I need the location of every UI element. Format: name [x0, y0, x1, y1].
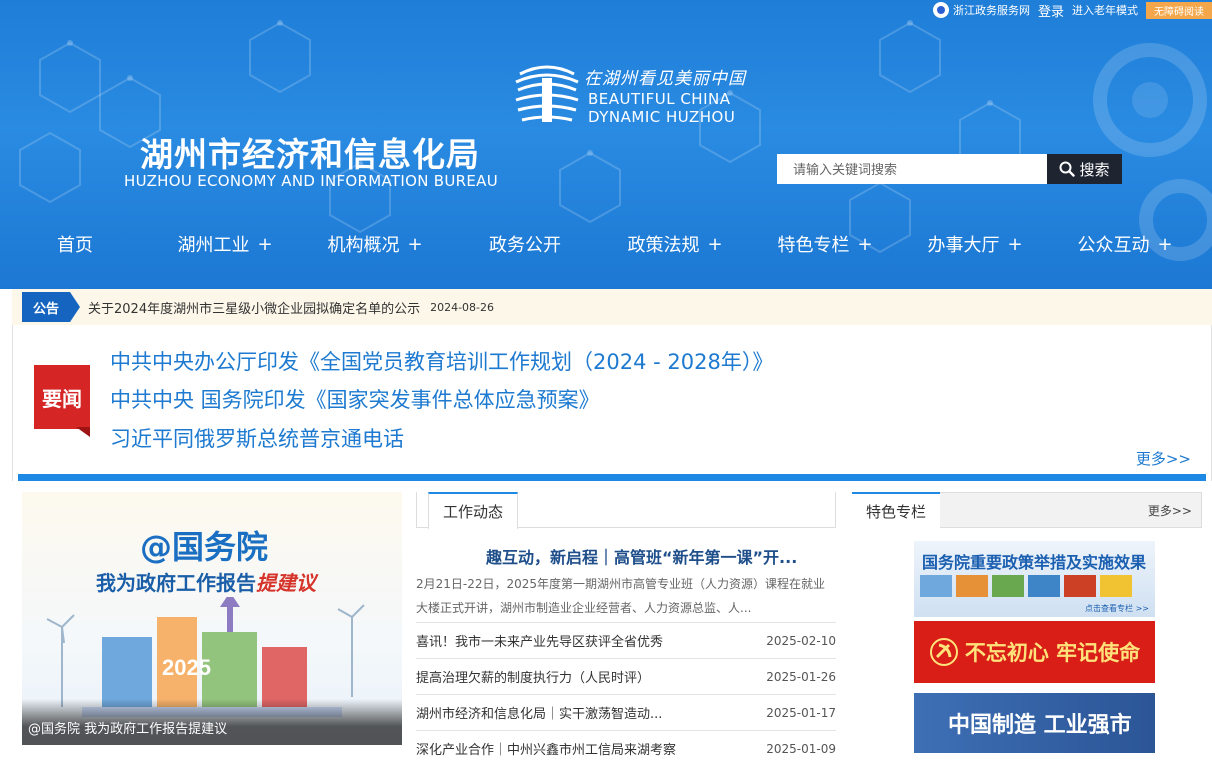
banner-subtitle: 我为政府工作报告提建议: [96, 567, 316, 596]
nav-item-huzhou-industry[interactable]: 湖州工业 +: [150, 222, 300, 266]
nav-label: 首页: [57, 235, 93, 256]
work-news-lead-summary: 2月21日-22日，2025年度第一期湖州市高管专业班（人力资源）课程在就业大楼…: [416, 577, 826, 615]
headline-tag: 要闻: [34, 365, 90, 437]
nav-label: 机构概况: [327, 235, 400, 256]
headline-tag-fold: [76, 427, 90, 437]
work-news-panel: 工作动态 趣互动，新启程｜高管班“新年第一课”开... 2月21日-22日，20…: [416, 492, 836, 758]
banner-caption: @国务院 我为政府工作报告提建议: [22, 699, 402, 745]
tab-work-news[interactable]: 工作动态: [428, 492, 518, 529]
nav-item-home[interactable]: 首页: [0, 222, 150, 266]
banner-title: @国务院: [140, 528, 269, 566]
search-button[interactable]: 搜索: [1047, 154, 1122, 184]
elder-mode-link[interactable]: 进入老年模式: [1072, 2, 1138, 18]
slogan-cn: 在湖州看见美丽中国: [584, 69, 746, 89]
slogan-en-line2: DYNAMIC HUZHOU: [588, 108, 736, 126]
headline-more-link[interactable]: 更多>>: [1136, 448, 1191, 469]
expand-plus-icon: +: [707, 233, 723, 255]
work-news-date: 2025-01-09: [766, 741, 836, 756]
notice-tag: 公告: [22, 292, 80, 322]
expand-plus-icon: +: [257, 233, 273, 255]
expand-plus-icon: +: [1157, 233, 1173, 255]
headline-item[interactable]: 中共中央办公厅印发《全国党员教育培训工作规划（2024 - 2028年）》: [110, 346, 773, 376]
work-news-row[interactable]: 深化产业合作｜中州兴鑫市州工信局来湖考察 2025-01-09: [416, 730, 836, 766]
policy-banner-title: 国务院重要政策举措及实施效果: [922, 553, 1147, 572]
nav-label: 公众互动: [1077, 235, 1150, 256]
work-news-row[interactable]: 喜讯！我市一未来产业先导区获评全省优秀 2025-02-10: [416, 622, 836, 658]
search-input[interactable]: [777, 154, 1047, 184]
work-news-lead-title[interactable]: 趣互动，新启程｜高管班“新年第一课”开...: [486, 544, 797, 568]
original-aspiration-banner[interactable]: 不忘初心 牢记使命: [914, 621, 1155, 683]
nav-label: 政策法规: [627, 235, 700, 256]
policy-banner-sub: 点击查看专栏 >>: [1085, 604, 1149, 613]
work-news-title: 湖州市经济和信息化局｜实干激荡智造动...: [416, 707, 663, 722]
banner-subtitle-highlight: 提建议: [256, 571, 316, 595]
nav-item-gov-disclosure[interactable]: 政务公开: [450, 222, 600, 266]
login-link[interactable]: 登录: [1038, 1, 1064, 20]
expand-plus-icon: +: [1007, 233, 1023, 255]
state-council-suggestion-banner[interactable]: @国务院 我为政府工作报告提建议 2025 @国务院 我为政府工作报告提建议: [22, 492, 402, 745]
huzhou-slogan-logo: 在湖州看见美丽中国 BEAUTIFUL CHINA DYNAMIC HUZHOU: [512, 60, 752, 130]
original-aspiration-title: 不忘初心 牢记使命: [964, 641, 1141, 665]
top-utility-bar: 浙江政务服务网 登录 进入老年模式 无障碍阅读: [932, 0, 1212, 20]
notice-link[interactable]: 关于2024年度湖州市三星级小微企业园拟确定名单的公示: [88, 298, 420, 317]
nav-label: 政务公开: [489, 235, 561, 256]
state-council-policy-banner[interactable]: 国务院重要政策举措及实施效果 点击查看专栏 >>: [914, 541, 1155, 617]
main-nav: 首页 湖州工业 + 机构概况 + 政务公开 政策法规 + 特色专栏 + 办事大厅 + 公众…: [0, 222, 1212, 266]
notice-date: 2024-08-26: [430, 300, 495, 314]
work-news-row[interactable]: 湖州市经济和信息化局｜实干激荡智造动... 2025-01-17: [416, 694, 836, 730]
headline-item[interactable]: 中共中央 国务院印发《国家突发事件总体应急预案》: [110, 384, 600, 414]
nav-item-public-interaction[interactable]: 公众互动 +: [1050, 222, 1200, 266]
site-title-en: HUZHOU ECONOMY AND INFORMATION BUREAU: [124, 172, 498, 190]
nav-label: 特色专栏: [777, 235, 850, 256]
nav-item-policies[interactable]: 政策法规 +: [600, 222, 750, 266]
barrier-free-button[interactable]: 无障碍阅读: [1146, 1, 1212, 19]
work-news-title: 深化产业合作｜中州兴鑫市州工信局来湖考察: [416, 743, 677, 758]
headline-news: 要闻 中共中央办公厅印发《全国党员教育培训工作规划（2024 - 2028年）》…: [12, 325, 1212, 481]
notice-bar: 公告 关于2024年度湖州市三星级小微企业园拟确定名单的公示 2024-08-2…: [12, 289, 1212, 325]
banner-year: 2025: [162, 655, 211, 680]
nav-label: 湖州工业: [177, 235, 250, 256]
nav-item-service-hall[interactable]: 办事大厅 +: [900, 222, 1050, 266]
headline-tag-label: 要闻: [34, 365, 90, 429]
search-icon: [1059, 161, 1076, 177]
banner-subtitle-main: 我为政府工作报告: [96, 571, 256, 595]
expand-plus-icon: +: [407, 233, 423, 255]
zhejiang-portal-label: 浙江政务服务网: [952, 4, 1030, 17]
featured-column-panel: 特色专栏 更多>> 国务院重要政策举措及实施效果 点击查看专栏 >> 不忘初心 …: [852, 492, 1202, 753]
zhejiang-portal-link[interactable]: 浙江政务服务网: [932, 2, 1030, 18]
work-news-date: 2025-01-17: [766, 705, 836, 720]
nav-label: 办事大厅: [927, 235, 1000, 256]
featured-more-link[interactable]: 更多>>: [1148, 502, 1192, 519]
work-news-title: 喜讯！我市一未来产业先导区获评全省优秀: [416, 635, 664, 650]
headline-item[interactable]: 习近平同俄罗斯总统普京通电话: [110, 423, 404, 453]
slogan-en-line1: BEAUTIFUL CHINA: [588, 90, 731, 108]
work-news-title: 提高治理欠薪的制度执行力（人民时评）: [416, 671, 651, 686]
work-news-date: 2025-02-10: [766, 633, 836, 648]
work-news-date: 2025-01-26: [766, 669, 836, 684]
search-button-label: 搜索: [1079, 160, 1110, 179]
site-title: 湖州市经济和信息化局: [140, 135, 480, 174]
site-header: 浙江政务服务网 登录 进入老年模式 无障碍阅读 在湖州看见美丽中国 BEAUTI…: [0, 0, 1212, 289]
huzhou-logo-icon: [515, 65, 579, 122]
search-bar: 搜索: [777, 154, 1122, 184]
tab-featured-column[interactable]: 特色专栏: [852, 492, 940, 528]
nav-item-featured[interactable]: 特色专栏 +: [750, 222, 900, 266]
expand-plus-icon: +: [857, 233, 873, 255]
zhejiang-portal-icon: [932, 2, 949, 18]
made-in-china-banner[interactable]: 中国制造 工业强市: [914, 693, 1155, 753]
section-divider: [18, 474, 1206, 481]
nav-item-organization[interactable]: 机构概况 +: [300, 222, 450, 266]
party-emblem-icon: [929, 638, 958, 666]
work-news-row[interactable]: 提高治理欠薪的制度执行力（人民时评） 2025-01-26: [416, 658, 836, 694]
